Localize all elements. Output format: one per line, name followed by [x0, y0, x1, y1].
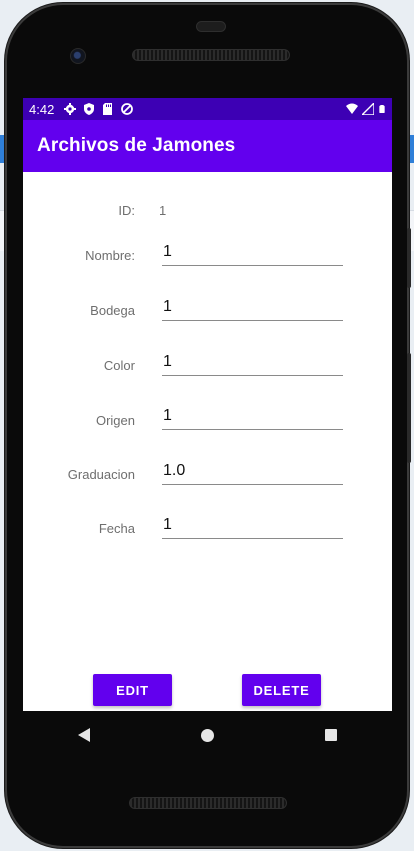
power-button [407, 353, 411, 463]
earpiece [196, 21, 226, 32]
wifi-icon [346, 103, 358, 114]
bodega-label: Bodega [90, 303, 135, 318]
id-value: 1 [159, 203, 167, 218]
sync-icon [121, 103, 134, 115]
signal-icon [362, 103, 374, 115]
origen-label: Origen [95, 413, 135, 428]
fecha-field[interactable]: 1 [162, 513, 343, 539]
color-label: Color [103, 358, 135, 373]
fecha-label: Fecha [98, 521, 135, 536]
bottom-speaker-grille [129, 797, 287, 809]
graduacion-field[interactable]: 1.0 [162, 459, 343, 485]
graduacion-label: Graduacion [67, 467, 135, 482]
recents-icon[interactable] [324, 729, 337, 741]
color-field[interactable]: 1 [162, 350, 343, 376]
app-bar: Archivos de Jamones [23, 120, 392, 172]
sd-card-icon [103, 103, 113, 115]
battery-icon [379, 105, 385, 113]
status-time: 4:42 [29, 101, 55, 117]
top-speaker-grille [132, 49, 290, 61]
shield-icon [84, 103, 95, 115]
back-icon[interactable] [78, 728, 91, 742]
app-screen: 4:42 Archivos de Jamones ID: 1 Nombre: 1… [23, 98, 392, 711]
home-icon[interactable] [200, 728, 214, 742]
bodega-field[interactable]: 1 [162, 295, 343, 321]
nombre-label: Nombre: [85, 248, 135, 263]
settings-icon [64, 103, 77, 115]
front-camera-icon [70, 48, 86, 64]
volume-button [407, 228, 411, 288]
status-bar: 4:42 [23, 98, 392, 120]
origen-field[interactable]: 1 [162, 404, 343, 430]
edit-button[interactable]: EDIT [93, 674, 172, 706]
nombre-field[interactable]: 1 [162, 240, 343, 266]
delete-button[interactable]: DELETE [242, 674, 321, 706]
app-title: Archivos de Jamones [37, 135, 236, 156]
phone-frame: 4:42 Archivos de Jamones ID: 1 Nombre: 1… [5, 3, 411, 848]
id-label: ID: [118, 203, 135, 218]
android-nav-bar [23, 711, 392, 759]
